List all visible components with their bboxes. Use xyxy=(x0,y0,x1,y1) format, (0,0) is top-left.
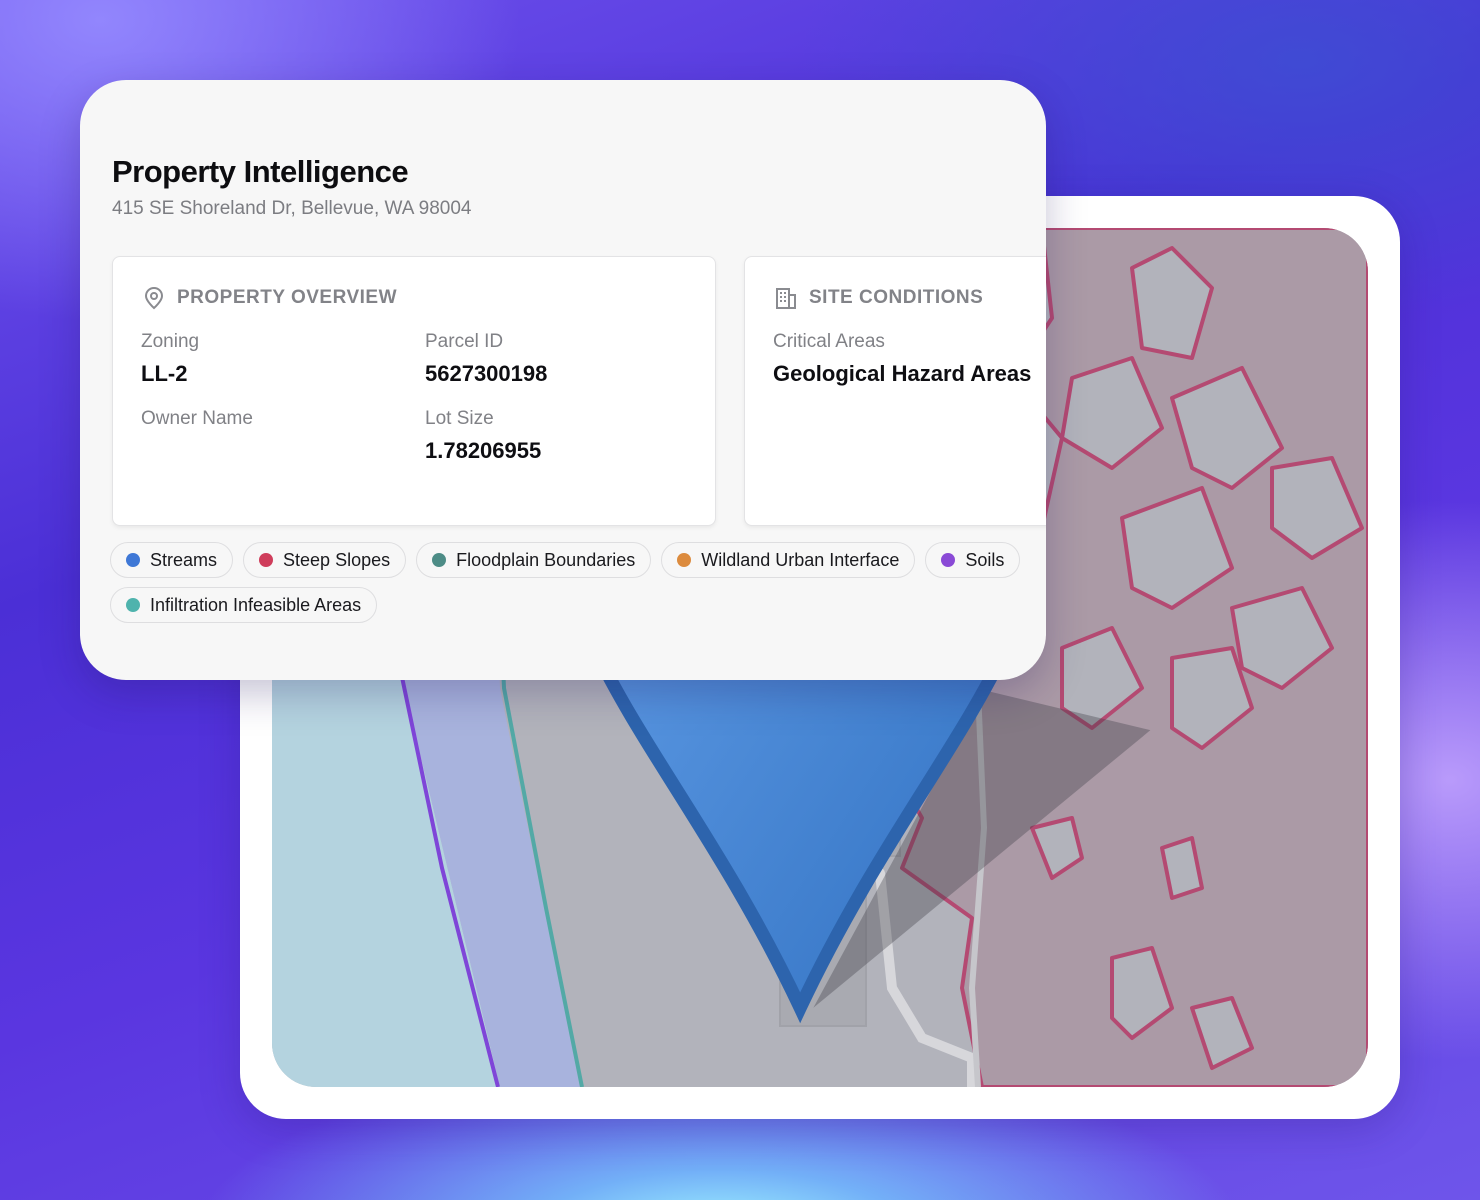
zoning-label: Zoning xyxy=(141,331,200,352)
layer-chips: Streams Steep Slopes Floodplain Boundari… xyxy=(110,542,1040,623)
layer-chip-label: Infiltration Infeasible Areas xyxy=(150,594,362,615)
layer-chip-steep-slopes[interactable]: Steep Slopes xyxy=(243,542,407,578)
critical-areas-label: Critical Areas xyxy=(773,331,885,352)
layer-chip-soils[interactable]: Soils xyxy=(925,542,1021,578)
layer-chip-label: Steep Slopes xyxy=(283,549,391,570)
site-conditions-heading: SITE CONDITIONS xyxy=(809,287,984,308)
owner-name-field: Owner Name xyxy=(141,408,253,464)
zoning-value: LL-2 xyxy=(141,361,188,386)
soils-dot xyxy=(941,553,956,567)
layer-chip-label: Wildland Urban Interface xyxy=(701,549,900,570)
layer-chip-streams[interactable]: Streams xyxy=(110,542,234,578)
steep-slopes-dot xyxy=(259,553,274,567)
layer-chip-infiltration-infeasible-areas[interactable]: Infiltration Infeasible Areas xyxy=(110,587,378,623)
layer-chip-floodplain-boundaries[interactable]: Floodplain Boundaries xyxy=(416,542,652,578)
property-card: Property Intelligence 415 SE Shoreland D… xyxy=(80,80,1046,680)
parcel-id-label: Parcel ID xyxy=(425,331,504,352)
background: 415 Property Intelligence 415 SE Shorela… xyxy=(0,0,1480,1200)
owner-name-value xyxy=(141,438,253,464)
wildland-dot xyxy=(677,553,692,567)
property-overview-heading: PROPERTY OVERVIEW xyxy=(177,287,398,308)
parcel-id-field: Parcel ID 5627300198 xyxy=(425,331,547,387)
page-title: Property Intelligence xyxy=(112,154,409,189)
lot-size-label: Lot Size xyxy=(425,408,494,429)
infiltration-dot xyxy=(126,598,140,612)
property-overview-header: PROPERTY OVERVIEW xyxy=(141,285,397,311)
floodplain-dot xyxy=(432,553,447,567)
critical-areas-field: Critical Areas Geological Hazard Areas xyxy=(773,331,1031,387)
layer-chip-label: Soils xyxy=(965,549,1005,570)
streams-dot xyxy=(126,553,140,567)
layer-chip-wildland-urban-interface[interactable]: Wildland Urban Interface xyxy=(661,542,916,578)
property-address: 415 SE Shoreland Dr, Bellevue, WA 98004 xyxy=(112,198,472,219)
site-conditions-panel: SITE CONDITIONS Critical Areas Geologica… xyxy=(744,256,1046,526)
building-icon xyxy=(773,285,799,311)
property-overview-panel: PROPERTY OVERVIEW Zoning LL-2 Parcel ID … xyxy=(112,256,716,526)
layer-chip-label: Floodplain Boundaries xyxy=(456,549,636,570)
site-conditions-header: SITE CONDITIONS xyxy=(773,285,983,311)
zoning-field: Zoning LL-2 xyxy=(141,331,199,387)
owner-name-label: Owner Name xyxy=(141,408,253,429)
location-pin-icon xyxy=(141,285,167,311)
lot-size-field: Lot Size 1.78206955 xyxy=(425,408,541,464)
critical-areas-value: Geological Hazard Areas xyxy=(773,361,1032,386)
parcel-id-value: 5627300198 xyxy=(425,361,548,386)
layer-chip-label: Streams xyxy=(150,549,218,570)
lot-size-value: 1.78206955 xyxy=(425,438,542,463)
